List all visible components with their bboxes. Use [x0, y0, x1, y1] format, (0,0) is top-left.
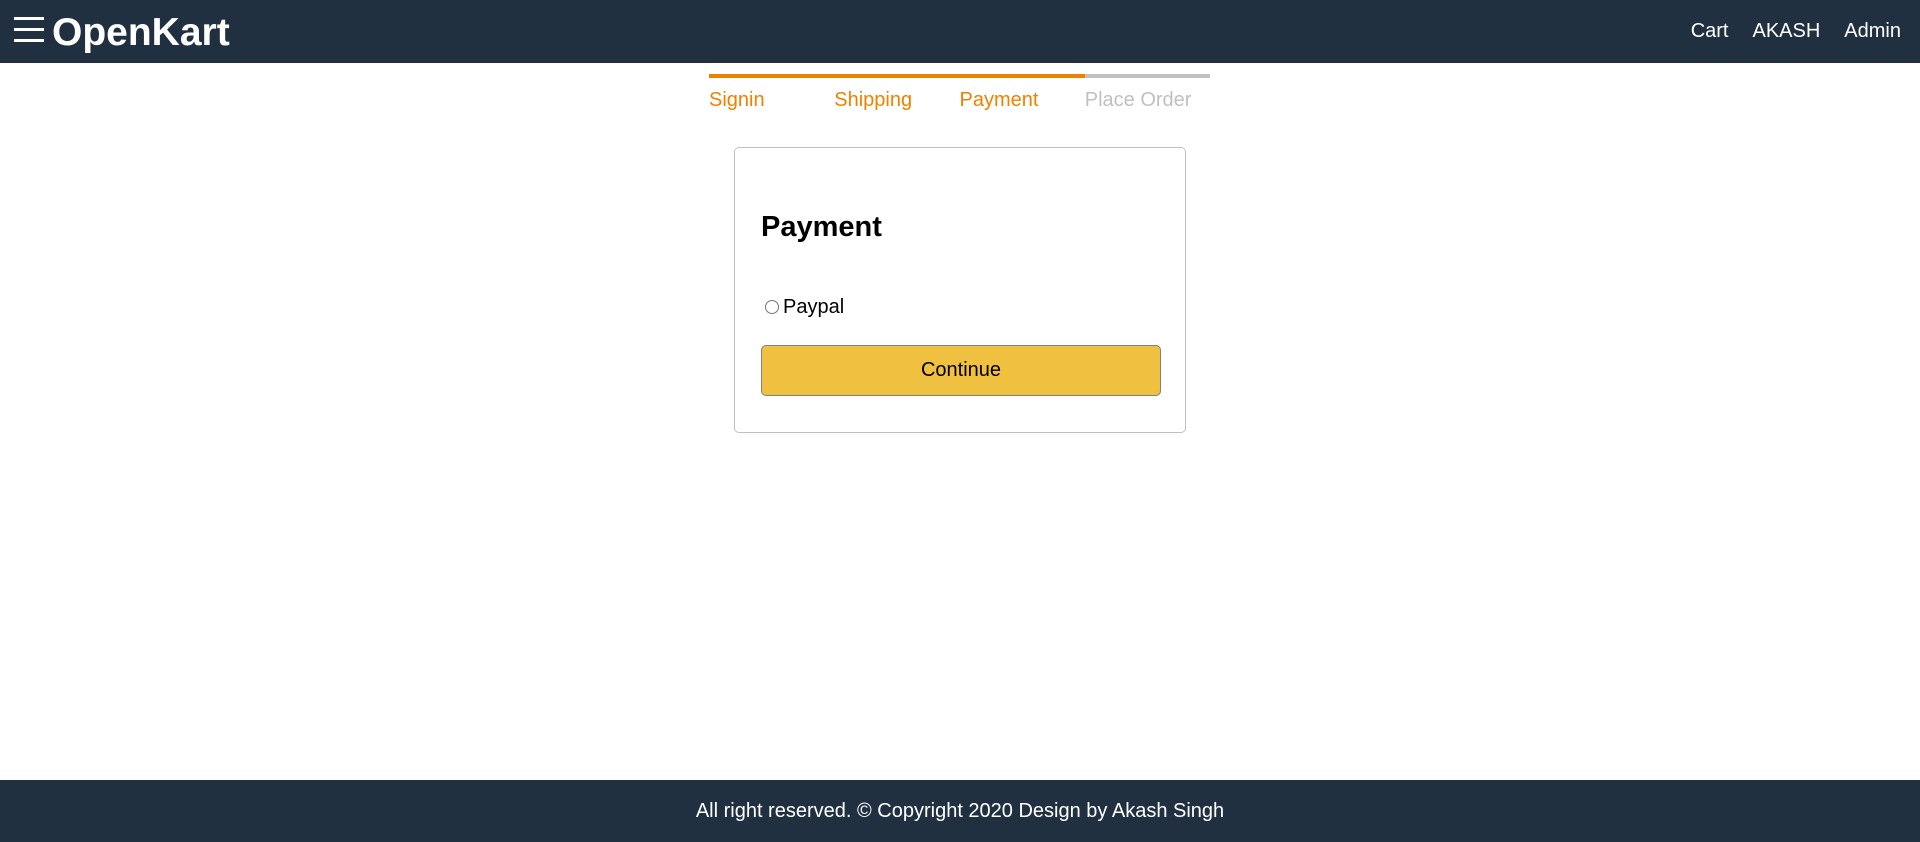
brand-logo-link[interactable]: OpenKart: [52, 11, 230, 55]
paypal-label[interactable]: Paypal: [783, 295, 844, 319]
payment-form: Payment Paypal Continue: [734, 147, 1186, 433]
checkout-steps: Signin Shipping Payment Place Order: [709, 74, 1210, 112]
step-place-order: Place Order: [1084, 74, 1210, 112]
admin-menu-link[interactable]: Admin: [1844, 19, 1901, 43]
paypal-radio-button[interactable]: [765, 300, 779, 314]
hamburger-menu-icon[interactable]: [14, 17, 44, 47]
top-nav: Cart AKASH Admin: [1691, 19, 1901, 43]
app-header: OpenKart Cart AKASH Admin: [0, 0, 1920, 63]
step-shipping: Shipping: [834, 74, 960, 112]
payment-title: Payment: [761, 211, 882, 243]
user-menu-link[interactable]: AKASH: [1752, 19, 1820, 43]
page-footer: All right reserved. © Copyright 2020 Des…: [0, 780, 1920, 842]
continue-button[interactable]: Continue: [761, 345, 1161, 396]
cart-link[interactable]: Cart: [1691, 19, 1729, 43]
step-payment: Payment: [959, 74, 1085, 112]
footer-copyright-text: All right reserved. © Copyright 2020 Des…: [695, 800, 1225, 822]
step-signin: Signin: [709, 74, 835, 112]
payment-option-paypal[interactable]: Paypal: [765, 295, 844, 319]
